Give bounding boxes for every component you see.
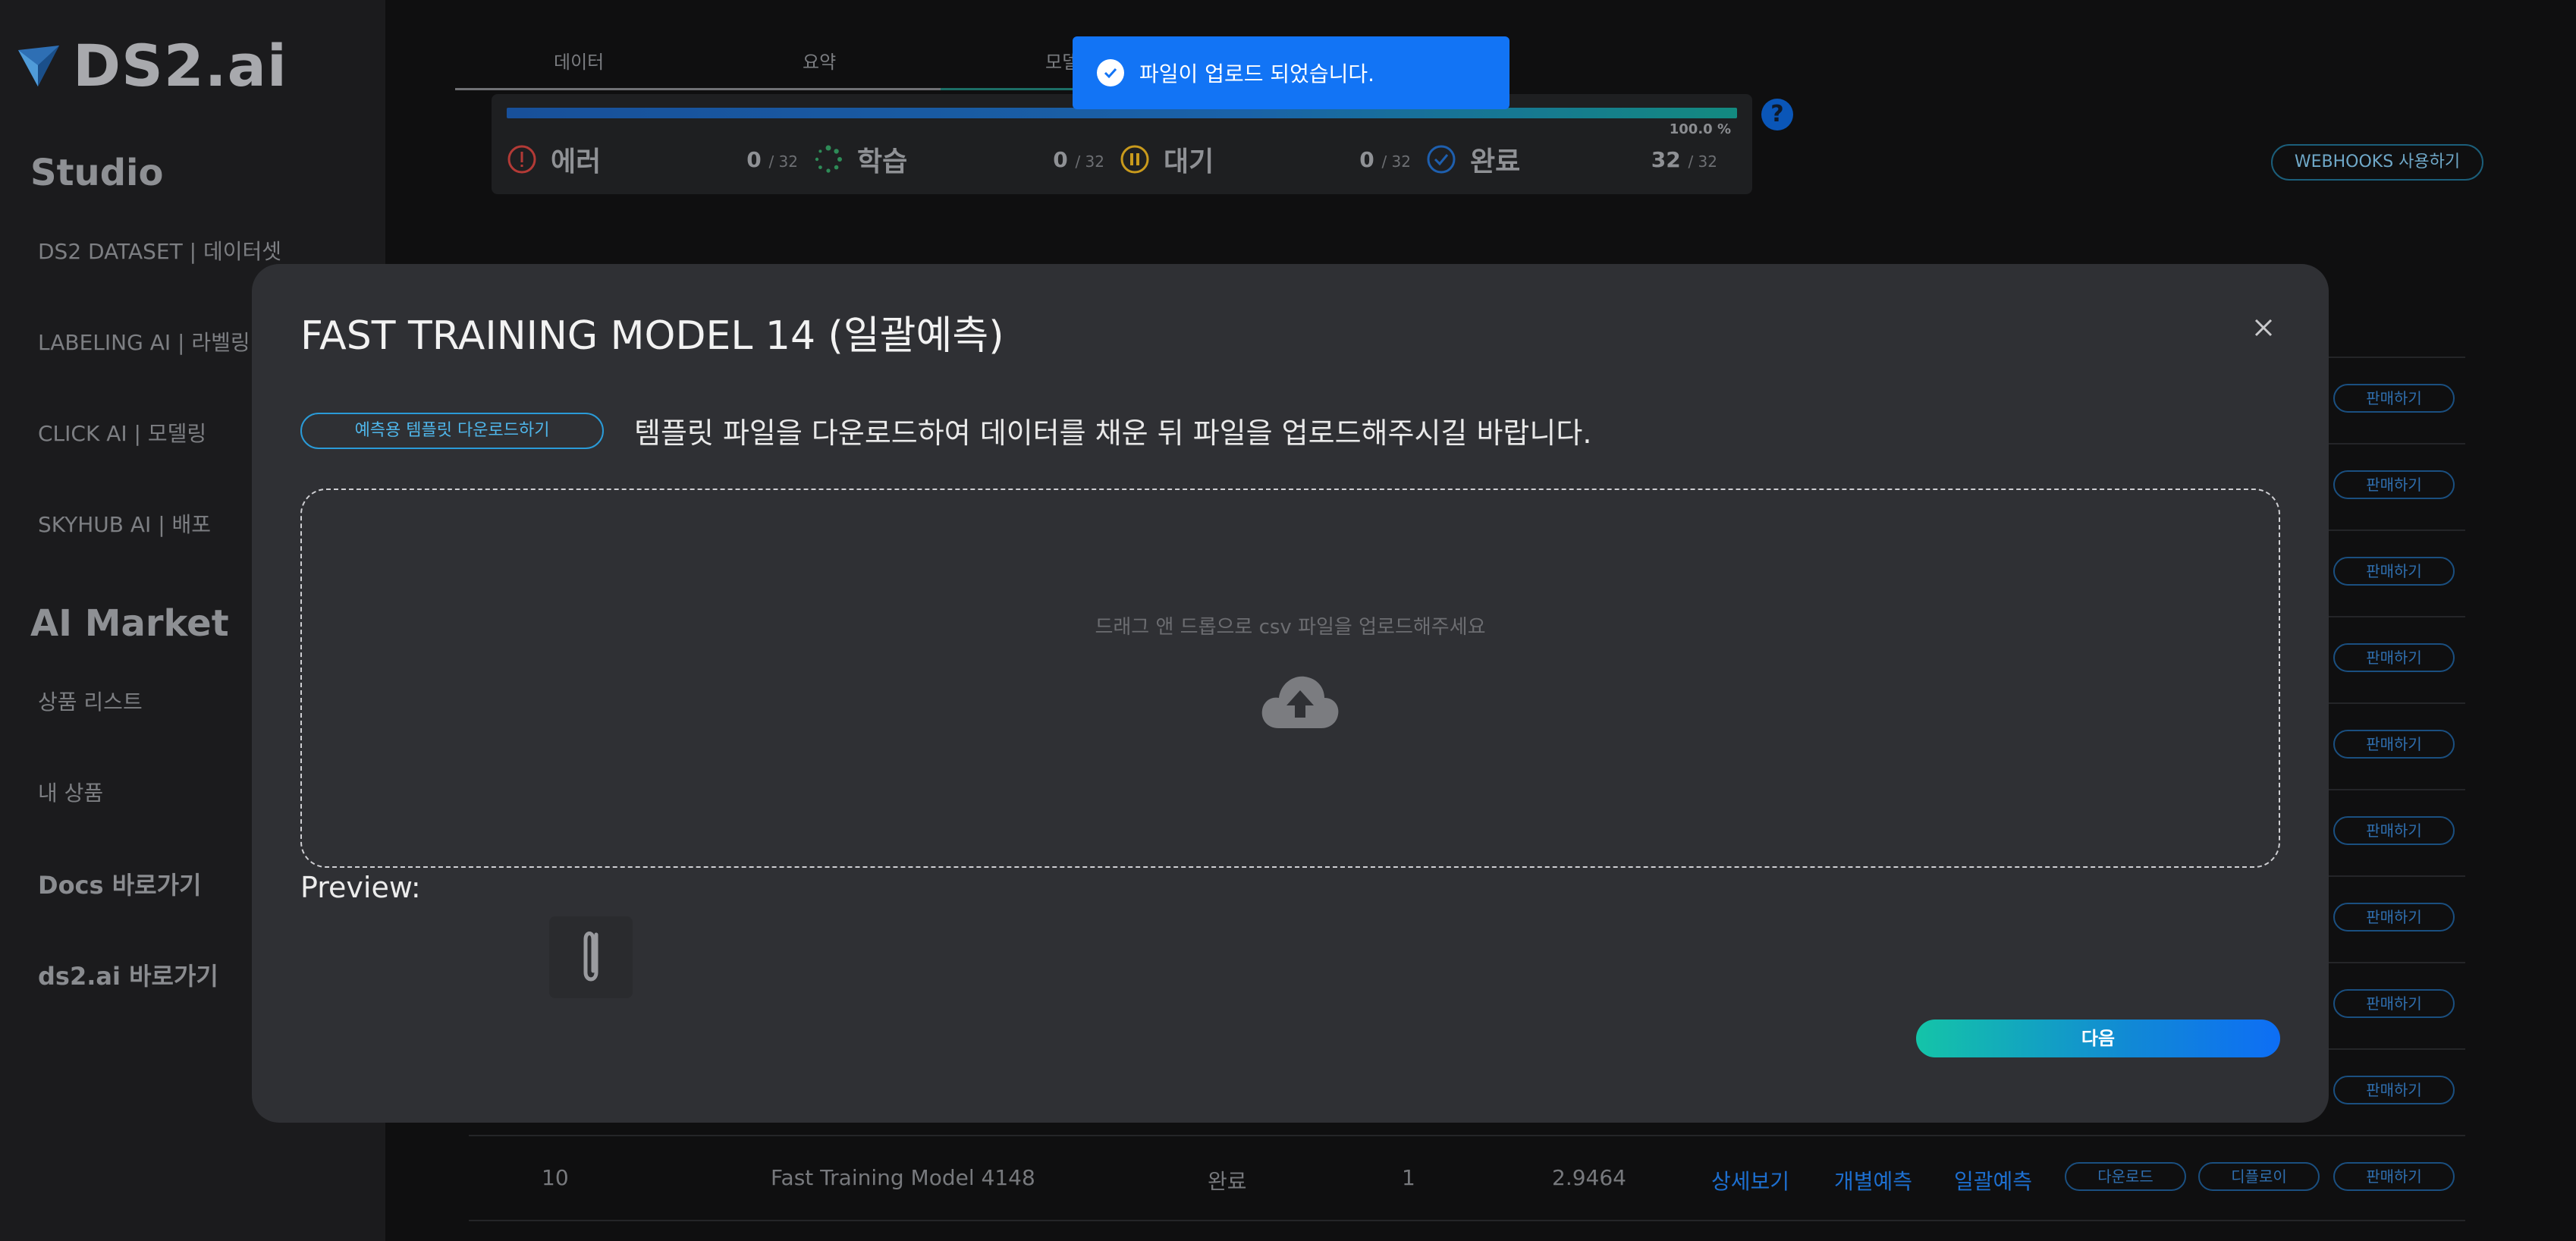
template-download-button[interactable]: 예측용 템플릿 다운로드하기: [300, 413, 604, 449]
sidebar-item-dataset[interactable]: DS2 DATASET | 데이터셋: [38, 235, 281, 265]
status-error: 에러 0 / 32: [507, 137, 803, 182]
sell-button[interactable]: 판매하기: [2333, 557, 2455, 586]
csv-dropzone[interactable]: 드래그 앤 드롭으로 csv 파일을 업로드해주세요: [300, 489, 2280, 868]
upload-instruction: 템플릿 파일을 다운로드하여 데이터를 채운 뒤 파일을 업로드해주시길 바랍니…: [634, 416, 1592, 450]
tab-bar: 데이터 요약 모델: [455, 38, 1123, 91]
row-divider: [469, 1220, 2465, 1221]
check-circle-icon: [1427, 145, 1456, 174]
sidebar-item-labeling[interactable]: LABELING AI | 라벨링: [38, 326, 250, 357]
status-error-count: 0 / 32: [746, 146, 798, 172]
preview-label: Preview:: [300, 871, 421, 904]
sell-button[interactable]: 판매하기: [2333, 730, 2455, 759]
row-download-button[interactable]: 다운로드: [2065, 1162, 2186, 1191]
app-root: DS2.ai Studio DS2 DATASET | 데이터셋 LABELIN…: [0, 0, 2576, 1241]
sell-button[interactable]: 판매하기: [2333, 1076, 2455, 1104]
help-icon[interactable]: ?: [1761, 99, 1793, 130]
logo[interactable]: DS2.ai: [15, 32, 287, 99]
batch-predict-modal: FAST TRAINING MODEL 14 (일괄예측) 예측용 템플릿 다운…: [252, 264, 2329, 1123]
studio-heading: Studio: [30, 152, 164, 194]
sidebar-item-clickai[interactable]: CLICK AI | 모델링: [38, 417, 206, 448]
status-complete-count: 32 / 32: [1651, 146, 1717, 172]
upload-toast: 파일이 업로드 되었습니다.: [1073, 36, 1509, 109]
sell-button[interactable]: 판매하기: [2333, 989, 2455, 1018]
dropzone-text: 드래그 앤 드롭으로 csv 파일을 업로드해주세요: [1095, 616, 1486, 639]
status-training-label: 학습: [857, 146, 908, 178]
ds2-logo-icon: [18, 45, 59, 86]
row-batch-predict-link[interactable]: 일괄예측: [1954, 1165, 2032, 1195]
progress-bar: [507, 108, 1737, 118]
status-waiting-label: 대기: [1164, 146, 1214, 178]
progress-fill: [507, 108, 1737, 118]
toast-message: 파일이 업로드 되었습니다.: [1139, 61, 1375, 86]
status-waiting-count: 0 / 32: [1359, 146, 1411, 172]
sidebar-link-docs[interactable]: Docs 바로가기: [38, 866, 201, 901]
sidebar-item-product-list[interactable]: 상품 리스트: [38, 686, 143, 716]
row-index: 10: [542, 1165, 569, 1190]
row-status: 완료: [1208, 1169, 1247, 1194]
sell-button[interactable]: 판매하기: [2333, 470, 2455, 499]
check-icon: [1097, 59, 1124, 86]
table-row: 10 Fast Training Model 4148 완료 1 2.9464 …: [455, 1161, 2473, 1197]
market-heading: AI Market: [30, 602, 229, 645]
sell-button[interactable]: 판매하기: [2333, 903, 2455, 932]
spinner-icon: [815, 145, 842, 173]
row-single-predict-link[interactable]: 개별예측: [1834, 1165, 1912, 1195]
status-error-label: 에러: [551, 146, 602, 178]
sidebar-item-my-products[interactable]: 내 상품: [38, 777, 103, 807]
status-complete: 완료 32 / 32: [1426, 137, 1722, 182]
pause-icon: [1120, 145, 1149, 174]
tab-data[interactable]: 데이터: [554, 47, 604, 74]
paperclip-icon: [583, 932, 598, 982]
sidebar-link-ds2ai[interactable]: ds2.ai 바로가기: [38, 957, 218, 992]
error-icon: [507, 145, 536, 174]
tab-underline: [455, 88, 941, 90]
row-sell-button[interactable]: 판매하기: [2333, 1162, 2455, 1191]
sell-button[interactable]: 판매하기: [2333, 384, 2455, 413]
row-deploy-button[interactable]: 디플로이: [2198, 1162, 2320, 1191]
status-training: 학습 0 / 32: [813, 137, 1109, 182]
status-training-count: 0 / 32: [1053, 146, 1104, 172]
row-epoch: 1: [1402, 1165, 1415, 1190]
progress-percent: 100.0 %: [1669, 121, 1731, 137]
close-icon[interactable]: [2248, 313, 2279, 343]
row-detail-link[interactable]: 상세보기: [1711, 1165, 1789, 1195]
tab-summary[interactable]: 요약: [803, 47, 836, 74]
sidebar-item-skyhub[interactable]: SKYHUB AI | 배포: [38, 508, 211, 539]
file-preview: [549, 916, 633, 998]
row-divider: [469, 1135, 2465, 1136]
next-button[interactable]: 다음: [1916, 1020, 2280, 1057]
webhooks-button[interactable]: WEBHOOKS 사용하기: [2271, 144, 2483, 181]
row-model-name: Fast Training Model 4148: [771, 1165, 1035, 1190]
sell-button[interactable]: 판매하기: [2333, 816, 2455, 845]
cloud-upload-icon: [1261, 676, 1339, 728]
modal-title: FAST TRAINING MODEL 14 (일괄예측): [300, 313, 1004, 359]
row-score: 2.9464: [1552, 1165, 1626, 1190]
status-waiting: 대기 0 / 32: [1120, 137, 1415, 182]
sell-button[interactable]: 판매하기: [2333, 643, 2455, 672]
status-complete-label: 완료: [1470, 146, 1521, 178]
logo-text: DS2.ai: [73, 32, 287, 99]
